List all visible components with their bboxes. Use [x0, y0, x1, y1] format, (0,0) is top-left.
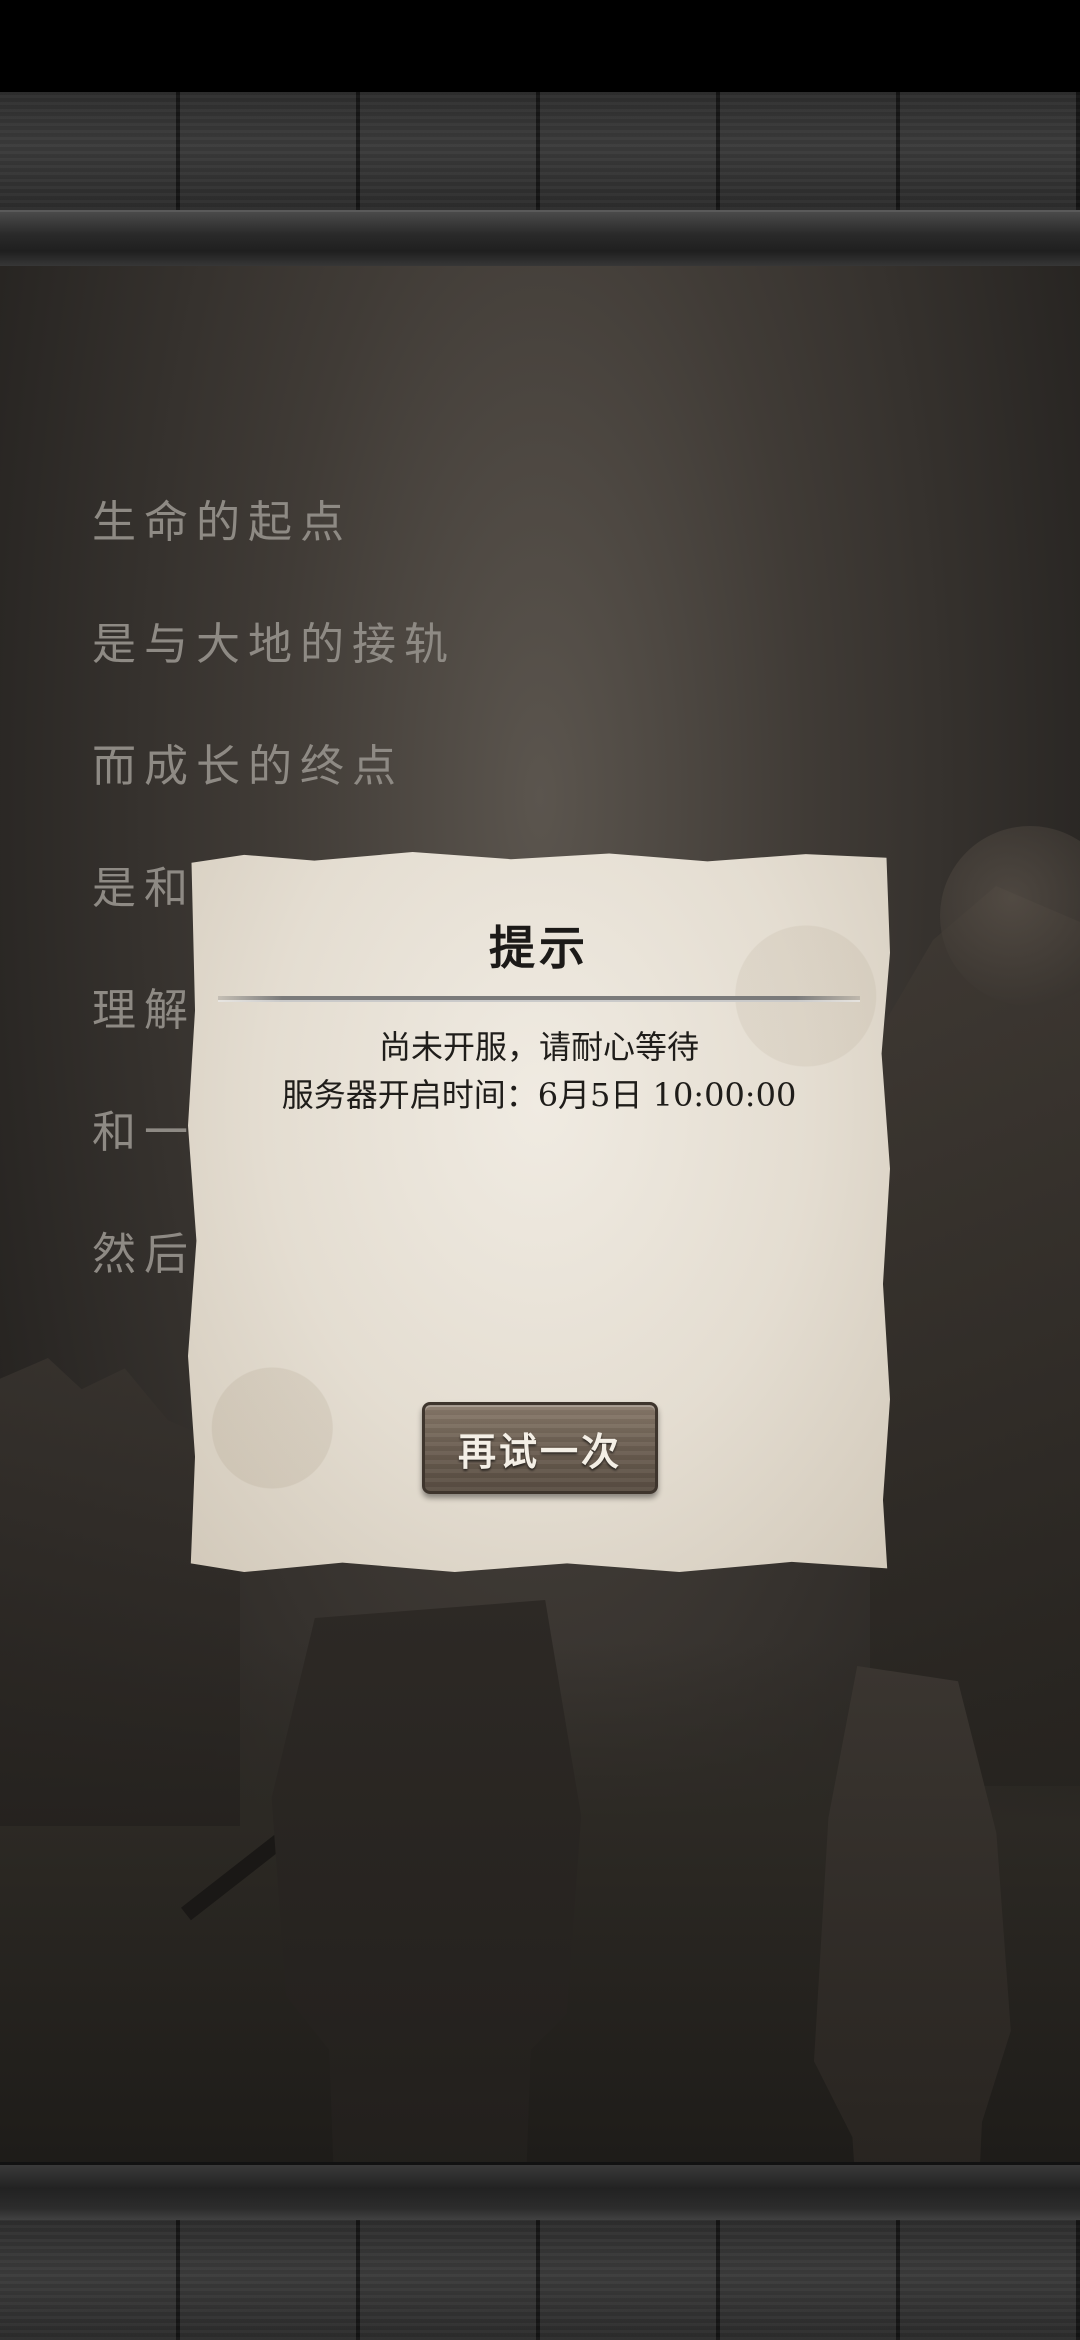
poem-line: 是与大地的接轨: [92, 619, 456, 670]
top-wood-frame: [0, 92, 1080, 210]
poem-line: 和一: [92, 1107, 196, 1158]
poem-line: 而成长的终点: [92, 741, 404, 792]
game-screen: 生命的起点 是与大地的接轨 而成长的终点 是和 理解 和一 然后 提示 尚未开服…: [0, 0, 1080, 2340]
poem-line: 理解: [92, 985, 196, 1036]
top-frame-rail: [0, 210, 1080, 271]
poem-line: 生命的起点: [92, 497, 352, 548]
background-ruins-right: [870, 886, 1080, 1786]
server-closed-message: 尚未开服，请耐心等待: [378, 1028, 699, 1066]
poem-line: 然后: [92, 1229, 196, 1280]
dialog-divider: [218, 996, 860, 1002]
status-bar: [0, 0, 1080, 92]
retry-button[interactable]: 再试一次: [422, 1402, 658, 1494]
notice-dialog: 提示 尚未开服，请耐心等待 服务器开启时间：6月5日 10:00:00 再试一次: [188, 852, 890, 1572]
retry-button-label: 再试一次: [457, 1428, 622, 1474]
poem-line: 是和: [92, 863, 196, 914]
bottom-wood-frame: [0, 2220, 1080, 2340]
bottom-frame-rail: [0, 2162, 1080, 2225]
server-open-time: 服务器开启时间：6月5日 10:00:00: [281, 1076, 797, 1114]
dialog-title: 提示: [489, 921, 589, 975]
